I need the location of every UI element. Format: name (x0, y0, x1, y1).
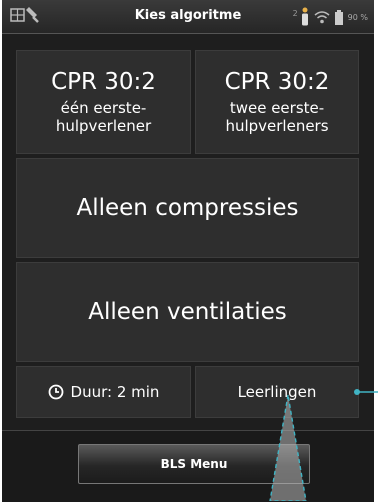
status-icons: 2 90 % (293, 6, 368, 28)
cpr-single-title: CPR 30:2 (51, 69, 156, 95)
clock-icon (48, 384, 63, 400)
ventilations-only-button[interactable]: Alleen ventilaties (16, 262, 359, 362)
battery-icon (334, 9, 343, 25)
ventilations-only-label: Alleen ventilaties (88, 299, 287, 325)
cpr-single-line2: hulpverlener (55, 117, 152, 135)
duration-label: Duur: 2 min (70, 383, 160, 401)
duration-button[interactable]: Duur: 2 min (16, 366, 191, 418)
cpr-two-rescuers-button[interactable]: CPR 30:2 twee eerste- hulpverleners (195, 50, 359, 154)
person-icon (301, 7, 308, 26)
cpr-single-line1: één eerste- (60, 99, 147, 117)
compressions-only-label: Alleen compressies (76, 195, 299, 221)
cpr-double-line2: hulpverleners (225, 117, 329, 135)
bls-menu-button[interactable]: BLS Menu (78, 444, 310, 484)
cpr-double-line1: twee eerste- (229, 99, 325, 117)
students-button[interactable]: Leerlingen (195, 366, 359, 418)
bls-menu-label: BLS Menu (160, 457, 228, 471)
cpr-single-rescuer-button[interactable]: CPR 30:2 één eerste- hulpverlener (16, 50, 191, 154)
battery-percentage: 90 % (347, 12, 368, 22)
cpr-double-title: CPR 30:2 (224, 69, 330, 95)
status-bar: Kies algoritme 2 90 % (2, 0, 374, 34)
compressions-only-button[interactable]: Alleen compressies (16, 158, 359, 258)
students-label: Leerlingen (237, 383, 317, 401)
users-count: 2 (292, 8, 298, 18)
wifi-icon (314, 11, 330, 24)
device-screen: Kies algoritme 2 90 % CPR 30:2 één eerst… (2, 0, 374, 502)
